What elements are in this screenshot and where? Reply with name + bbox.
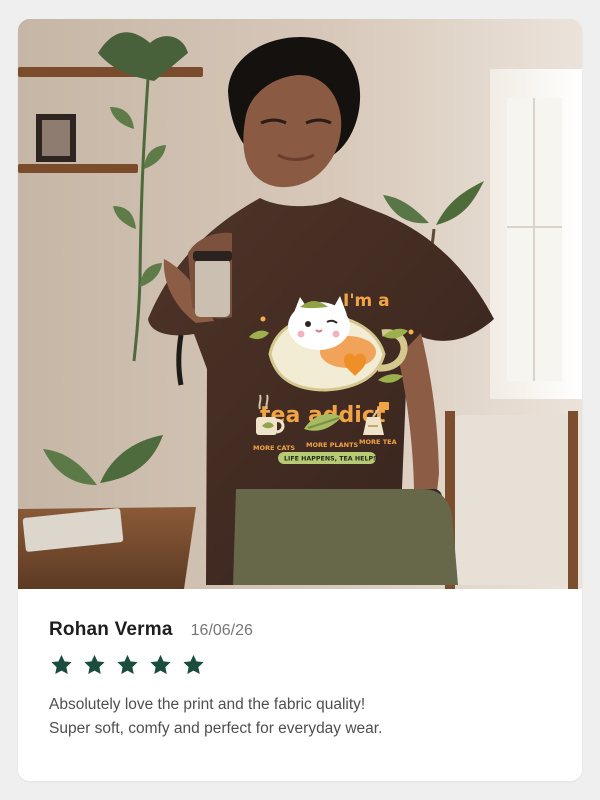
print-label-more-tea: MORE TEA: [359, 438, 397, 446]
star-icon: [51, 654, 72, 675]
star-icon: [183, 654, 204, 675]
review-section: Rohan Verma 16/06/26 Absolutely love the…: [18, 589, 582, 781]
print-headline-top: I'm a: [343, 291, 390, 311]
print-label-more-cats: MORE CATS: [253, 444, 295, 452]
print-label-more-plants: MORE PLANTS: [306, 441, 359, 449]
review-text-line: Super soft, comfy and perfect for everyd…: [49, 720, 383, 737]
print-tagline: LIFE HAPPENS, TEA HELPS: [284, 456, 378, 463]
review-body: Absolutely love the print and the fabric…: [49, 693, 549, 741]
star-icon: [84, 654, 105, 675]
review-date: 16/06/26: [190, 622, 253, 639]
review-card: I'm a tea addict MORE CATS MORE PLANTS M…: [18, 19, 582, 781]
rating-stars: [49, 653, 206, 678]
chair: [445, 411, 578, 589]
review-text-line: Absolutely love the print and the fabric…: [49, 696, 366, 713]
star-icon: [150, 654, 171, 675]
review-meta: Rohan Verma 16/06/26: [49, 619, 253, 641]
review-photo[interactable]: I'm a tea addict MORE CATS MORE PLANTS M…: [18, 19, 582, 589]
product-photo-illustration: I'm a tea addict MORE CATS MORE PLANTS M…: [18, 19, 582, 589]
star-icon: [117, 654, 138, 675]
reviewer-name: Rohan Verma: [49, 619, 173, 640]
